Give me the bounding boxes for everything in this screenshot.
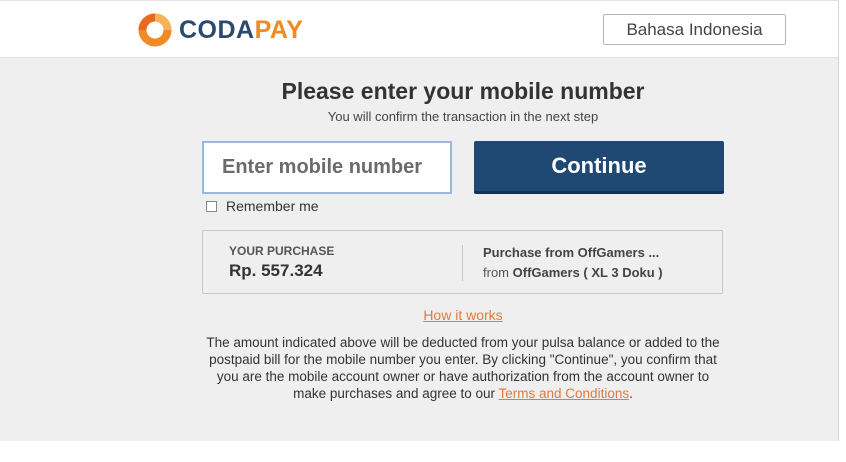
- disclaimer-text: The amount indicated above will be deduc…: [202, 334, 724, 402]
- header: CODAPAY Bahasa Indonesia: [0, 1, 838, 58]
- disclaimer-end: .: [629, 386, 633, 401]
- purchase-from-prefix: from: [483, 265, 509, 280]
- purchase-details: Purchase from OffGamers ... from OffGame…: [483, 245, 663, 280]
- purchase-divider: [462, 245, 463, 281]
- page-title: Please enter your mobile number: [281, 78, 645, 104]
- remember-me-row[interactable]: Remember me: [206, 198, 319, 214]
- logo-wordmark-pay: PAY: [254, 16, 304, 44]
- main-panel: Please enter your mobile number You will…: [0, 58, 838, 441]
- page-frame: CODAPAY Bahasa Indonesia Please enter yo…: [0, 0, 839, 441]
- disclaimer-body: The amount indicated above will be deduc…: [206, 335, 720, 401]
- purchase-merchant: OffGamers ( XL 3 Doku ): [512, 265, 663, 280]
- logo-wordmark: CODAPAY: [179, 12, 303, 48]
- remember-me-label[interactable]: Remember me: [226, 198, 319, 214]
- mobile-number-input[interactable]: [202, 141, 452, 194]
- purchase-total: YOUR PURCHASE Rp. 557.324: [229, 244, 334, 281]
- purchase-amount: Rp. 557.324: [229, 261, 323, 280]
- codapay-ring-logo-icon: [138, 13, 172, 47]
- language-button[interactable]: Bahasa Indonesia: [603, 14, 786, 45]
- how-it-works-link[interactable]: How it works: [0, 307, 846, 323]
- purchase-merchant-line: from OffGamers ( XL 3 Doku ): [483, 265, 663, 280]
- logo-wordmark-coda: CODA: [179, 16, 255, 44]
- terms-and-conditions-link[interactable]: Terms and Conditions: [499, 386, 630, 401]
- remember-me-checkbox[interactable]: [206, 200, 217, 212]
- purchase-label: YOUR PURCHASE: [229, 244, 335, 258]
- codapay-logo: CODAPAY: [137, 12, 303, 48]
- how-it-works-text[interactable]: How it works: [423, 307, 502, 323]
- page-subtitle: You will confirm the transaction in the …: [327, 109, 599, 124]
- continue-button[interactable]: Continue: [474, 141, 724, 194]
- purchase-item: Purchase from OffGamers ...: [483, 245, 660, 260]
- purchase-summary: YOUR PURCHASE Rp. 557.324 Purchase from …: [202, 230, 723, 294]
